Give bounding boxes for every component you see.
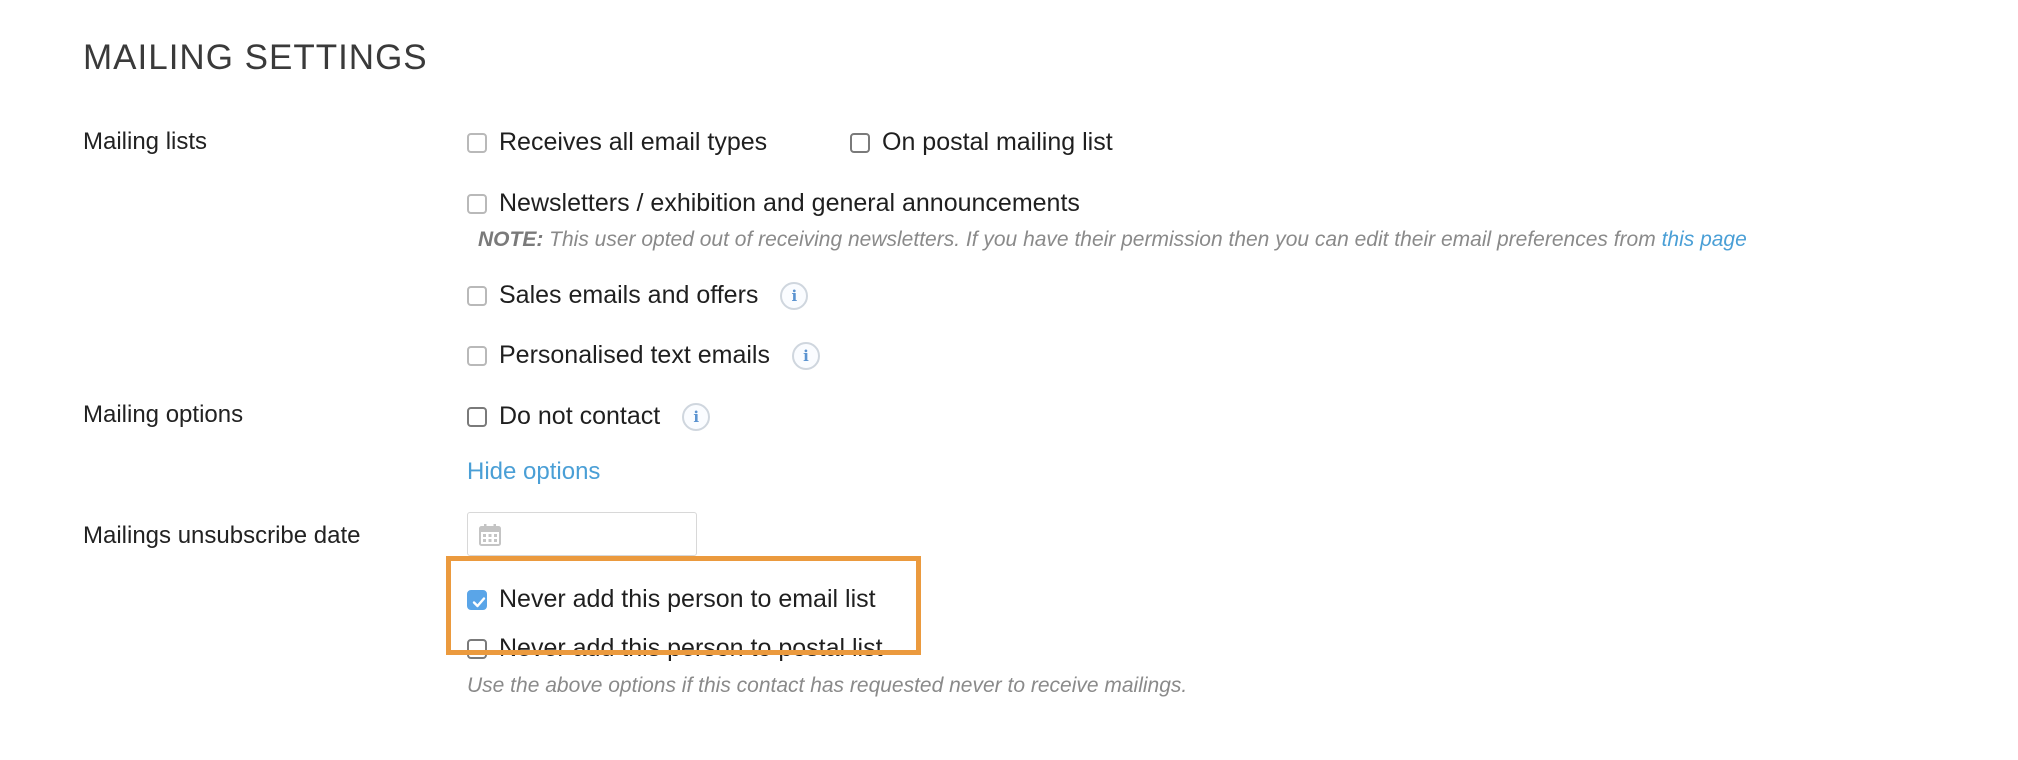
unsubscribe-date-input[interactable] — [467, 512, 697, 556]
hide-options-link[interactable]: Hide options — [467, 458, 600, 486]
mailing-lists-label: Mailing lists — [83, 128, 208, 155]
checkbox-label: Never add this person to email list — [499, 585, 876, 613]
mailing-settings-page: MAILING SETTINGS Mailing lists Receives … — [0, 0, 2018, 760]
checkbox-box[interactable] — [467, 638, 487, 659]
checkbox-label: Newsletters / exhibition and general ann… — [499, 189, 1080, 217]
checkbox-label: Receives all email types — [499, 128, 768, 156]
checkbox-label: Never add this person to postal list — [499, 634, 883, 662]
mailing-options-label: Mailing options — [83, 401, 244, 428]
note-text: This user opted out of receiving newslet… — [543, 228, 1662, 251]
sales-emails-checkbox[interactable]: Sales emails and offers i — [467, 281, 809, 310]
checkbox-label: On postal mailing list — [882, 128, 1113, 156]
checkbox-box[interactable] — [467, 193, 487, 214]
personalised-text-emails-checkbox[interactable]: Personalised text emails i — [467, 341, 820, 370]
checkbox-label: Personalised text emails — [499, 341, 770, 369]
receives-all-email-types-checkbox[interactable]: Receives all email types — [467, 128, 767, 157]
checkbox-box[interactable] — [850, 132, 870, 153]
checkbox-label: Sales emails and offers — [499, 281, 759, 309]
calendar-icon[interactable] — [478, 523, 502, 552]
checkbox-box[interactable] — [467, 345, 487, 366]
newsletter-optout-note: NOTE: This user opted out of receiving n… — [478, 228, 1747, 252]
never-add-email-list-checkbox[interactable]: Never add this person to email list — [467, 585, 876, 614]
info-icon[interactable]: i — [791, 341, 820, 370]
checkbox-label: Do not contact — [499, 402, 661, 430]
checkmark-icon — [472, 596, 486, 607]
info-icon[interactable]: i — [780, 281, 809, 310]
note-prefix: NOTE: — [478, 228, 544, 251]
unsubscribe-help-text: Use the above options if this contact ha… — [467, 674, 1188, 697]
section-title: MAILING SETTINGS — [83, 38, 428, 77]
never-add-postal-list-checkbox[interactable]: Never add this person to postal list — [467, 634, 883, 663]
on-postal-mailing-list-checkbox[interactable]: On postal mailing list — [850, 128, 1113, 157]
newsletters-checkbox[interactable]: Newsletters / exhibition and general ann… — [467, 189, 1080, 218]
checkbox-box[interactable] — [467, 132, 487, 153]
mailings-unsubscribe-date-label: Mailings unsubscribe date — [83, 522, 361, 549]
checkbox-box[interactable] — [467, 406, 487, 427]
email-preferences-link[interactable]: this page — [1662, 228, 1747, 251]
info-icon[interactable]: i — [682, 402, 711, 431]
checkbox-box-checked[interactable] — [467, 589, 487, 610]
checkbox-box[interactable] — [467, 285, 487, 306]
do-not-contact-checkbox[interactable]: Do not contact i — [467, 402, 711, 431]
